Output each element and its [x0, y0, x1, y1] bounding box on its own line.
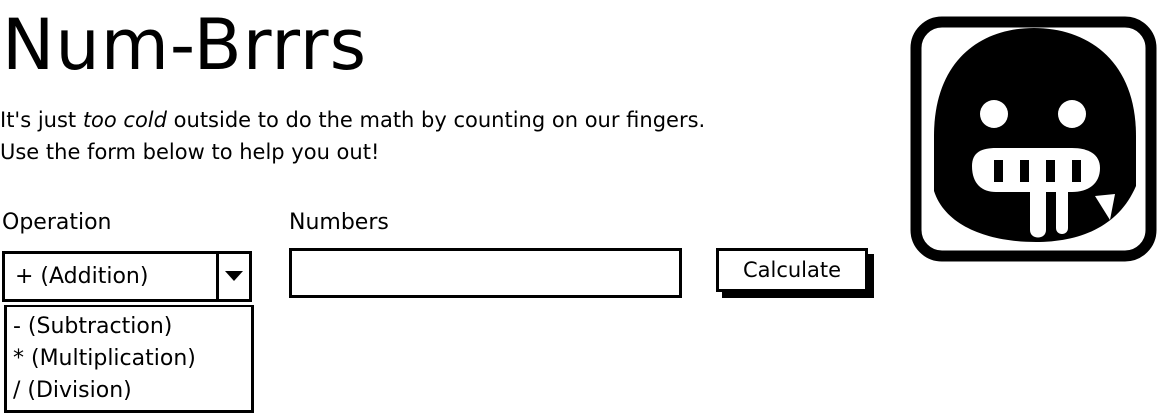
calculate-button[interactable]: Calculate [716, 248, 868, 292]
option-division[interactable]: / (Division) [7, 375, 251, 407]
frozen-ghost-icon [910, 16, 1157, 262]
option-subtraction[interactable]: - (Subtraction) [7, 311, 251, 343]
intro-line1-end: outside to do the math by counting on ou… [166, 108, 706, 132]
numbers-input[interactable] [289, 248, 682, 298]
numbers-label: Numbers [289, 210, 389, 235]
operation-select[interactable]: + (Addition) [2, 251, 252, 302]
option-multiplication[interactable]: * (Multiplication) [7, 343, 251, 375]
chevron-down-icon[interactable] [216, 254, 249, 299]
operation-selected-value: + (Addition) [15, 264, 149, 289]
operation-dropdown-list: - (Subtraction) * (Multiplication) / (Di… [4, 305, 254, 413]
intro-line1-start: It's just [0, 108, 83, 132]
intro-emphasis: too cold [82, 108, 167, 132]
page-title: Num-Brrrs [2, 4, 368, 86]
intro-text: It's just too cold outside to do the mat… [0, 104, 705, 168]
intro-line2: Use the form below to help you out! [0, 140, 380, 164]
operation-label: Operation [2, 210, 112, 235]
